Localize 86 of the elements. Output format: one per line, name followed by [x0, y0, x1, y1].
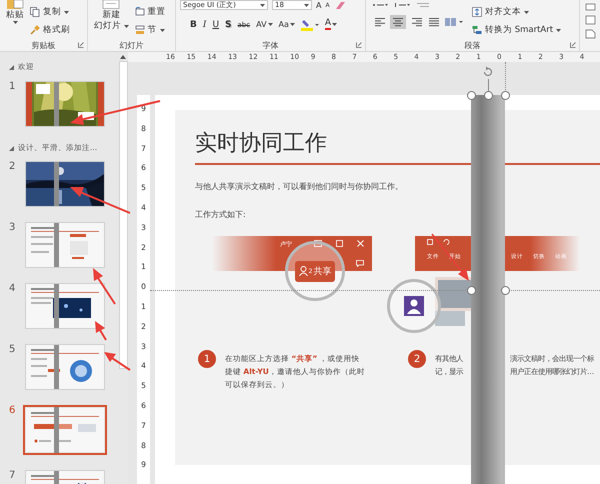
dialog-launcher-icon[interactable] — [356, 42, 362, 48]
caret-icon — [332, 23, 338, 26]
step-number: 1 — [198, 350, 216, 368]
user-avatar-icon — [404, 296, 424, 316]
cylinder-shape — [54, 82, 60, 126]
copy-button[interactable]: 复制 — [30, 6, 70, 18]
paste-button[interactable]: 粘贴 — [6, 0, 24, 39]
annotation-arrow — [93, 268, 116, 305]
slide-number: 1 — [8, 81, 16, 92]
align-button[interactable] — [426, 15, 442, 29]
scroll-up-icon[interactable] — [120, 55, 126, 59]
caret-icon — [12, 21, 18, 24]
new-slide-button[interactable]: 新建 幻灯片 — [94, 0, 129, 39]
font-style-button[interactable]: I — [202, 20, 206, 30]
slide-title: 实时协同工作 — [195, 130, 328, 158]
smartart-button[interactable]: 转换为 SmartArt — [472, 24, 562, 36]
reset-icon — [134, 7, 145, 17]
caret-icon — [556, 28, 562, 32]
annotation-arrow — [95, 321, 107, 341]
annotation-arrow — [70, 187, 130, 214]
undo-icon — [443, 239, 450, 245]
caret-icon — [304, 4, 309, 6]
step-number: 2 — [408, 350, 426, 368]
caret-icon — [64, 10, 69, 14]
dialog-launcher-icon[interactable] — [78, 42, 84, 48]
slide-number: 3 — [8, 222, 16, 233]
caret-icon — [524, 10, 529, 14]
group-label: 字体 — [262, 40, 278, 50]
copy-icon — [30, 7, 40, 17]
collapse-caret-icon[interactable] — [9, 64, 14, 70]
align-button[interactable] — [372, 15, 388, 29]
eraser-icon[interactable] — [334, 2, 346, 8]
grow-font-button[interactable]: A — [316, 0, 322, 10]
cylinder-shape — [54, 223, 60, 267]
group-label: 幻灯片 — [120, 40, 144, 50]
caret-icon — [290, 23, 295, 26]
font-style-button[interactable]: S — [225, 20, 232, 30]
dialog-launcher-icon[interactable] — [570, 42, 576, 48]
comment-icon — [356, 260, 364, 267]
caret-icon — [124, 25, 129, 28]
caret-icon — [260, 4, 265, 6]
smartart-icon — [472, 25, 482, 35]
font-style-button[interactable]: AV — [256, 20, 273, 29]
rotate-handle-icon[interactable] — [482, 66, 494, 78]
font-style-button[interactable]: B — [190, 20, 197, 30]
font-style-button[interactable]: U — [212, 20, 220, 30]
scrollbar-thumb[interactable] — [118, 61, 128, 369]
group-label: 段落 — [464, 40, 480, 50]
align-button[interactable] — [390, 15, 406, 29]
format-painter-button[interactable]: 格式刷 — [30, 24, 70, 36]
slide-number: 2 — [8, 161, 16, 172]
caret-icon — [268, 23, 273, 26]
collapse-caret-icon[interactable] — [9, 146, 14, 150]
subheading: 工作方式如下: — [195, 209, 247, 220]
font-color-button[interactable]: A — [324, 19, 338, 30]
restore-icon — [336, 240, 343, 247]
person-icon — [298, 266, 308, 276]
slide-number: 5 — [8, 344, 16, 355]
numbered-list-icon[interactable] — [394, 2, 410, 8]
cylinder-shape — [54, 162, 60, 206]
section-icon — [134, 25, 145, 35]
reset-button[interactable]: 重置 — [134, 6, 166, 18]
cylinder-shape — [54, 284, 60, 328]
align-icon — [392, 17, 404, 27]
text-align-icon — [472, 7, 482, 17]
save-icon — [427, 239, 433, 245]
slide-number: 4 — [8, 283, 16, 294]
align-icon — [410, 17, 422, 27]
section-button[interactable]: 节 — [134, 24, 166, 36]
slide-number: 7 — [8, 470, 16, 481]
highlighter-icon[interactable] — [300, 18, 319, 30]
font-style-button[interactable]: Aa — [278, 20, 295, 29]
cylinder-shape — [54, 407, 59, 453]
align-text-button[interactable]: 对齐文本 — [472, 6, 562, 18]
bullet-list-icon[interactable] — [372, 2, 388, 8]
cylinder-shape — [54, 345, 60, 389]
caret-icon — [160, 28, 165, 32]
paintbrush-icon — [30, 25, 40, 35]
group-label: 剪贴板 — [32, 40, 56, 50]
align-icon — [428, 17, 440, 27]
annotation-arrow — [104, 352, 131, 371]
slide-number: 6 — [8, 405, 16, 416]
close-icon — [357, 240, 364, 247]
intro-text: 与他人共享演示文稿时，可以看到他们同时与你协同工作。 — [195, 181, 404, 192]
align-icon — [374, 17, 386, 27]
window-icon — [314, 240, 322, 247]
